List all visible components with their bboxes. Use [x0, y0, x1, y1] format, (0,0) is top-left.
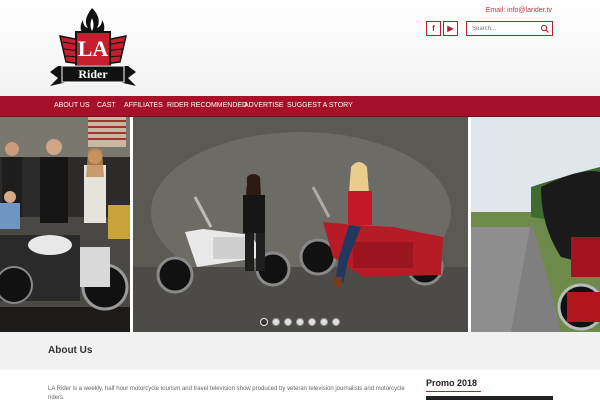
nav-item-about-us[interactable]: About Us [54, 102, 90, 109]
la-rider-logo[interactable]: LA Rider [46, 6, 140, 90]
svg-text:Rider: Rider [78, 67, 108, 81]
nav-item-affiliates[interactable]: Affiliates [124, 102, 163, 109]
promo-video-frame[interactable] [426, 396, 553, 400]
nav-item-cast[interactable]: Cast [97, 102, 116, 109]
promo-title-underline [426, 391, 481, 392]
promo-title: Promo 2018 [426, 378, 478, 388]
slider-dot[interactable] [296, 318, 304, 326]
slider-dot[interactable] [332, 318, 340, 326]
youtube-icon[interactable]: ▶ [443, 21, 458, 36]
slider-dot[interactable] [260, 318, 268, 326]
photo-slider[interactable] [0, 117, 600, 332]
about-section-header: About Us [0, 332, 600, 370]
slider-dot[interactable] [308, 318, 316, 326]
nav-item-suggest-a-story[interactable]: Suggest a Story [287, 102, 353, 109]
facebook-icon[interactable]: f [426, 21, 441, 36]
nav-item-rider-recommended[interactable]: Rider Recommended [167, 102, 247, 109]
about-description: LA Rider is a weekly, half hour motorcyc… [48, 386, 405, 400]
slide-image-open-road[interactable] [471, 117, 600, 332]
about-title: About Us [48, 345, 93, 356]
slider-dot[interactable] [272, 318, 280, 326]
search-icon[interactable] [540, 24, 550, 34]
slider-dot[interactable] [320, 318, 328, 326]
slide-image-group-shop[interactable] [0, 117, 130, 332]
main-nav: About Us Cast Affiliates Rider Recommend… [0, 96, 600, 117]
slide-image-studio-riders[interactable] [133, 117, 468, 332]
slider-dot[interactable] [284, 318, 292, 326]
nav-item-advertise[interactable]: Advertise [244, 102, 284, 109]
site-header: LA Rider Email: info@larider.tv f ▶ [0, 0, 600, 96]
contact-email-link[interactable]: Email: info@larider.tv [486, 7, 552, 14]
svg-text:LA: LA [78, 36, 109, 61]
